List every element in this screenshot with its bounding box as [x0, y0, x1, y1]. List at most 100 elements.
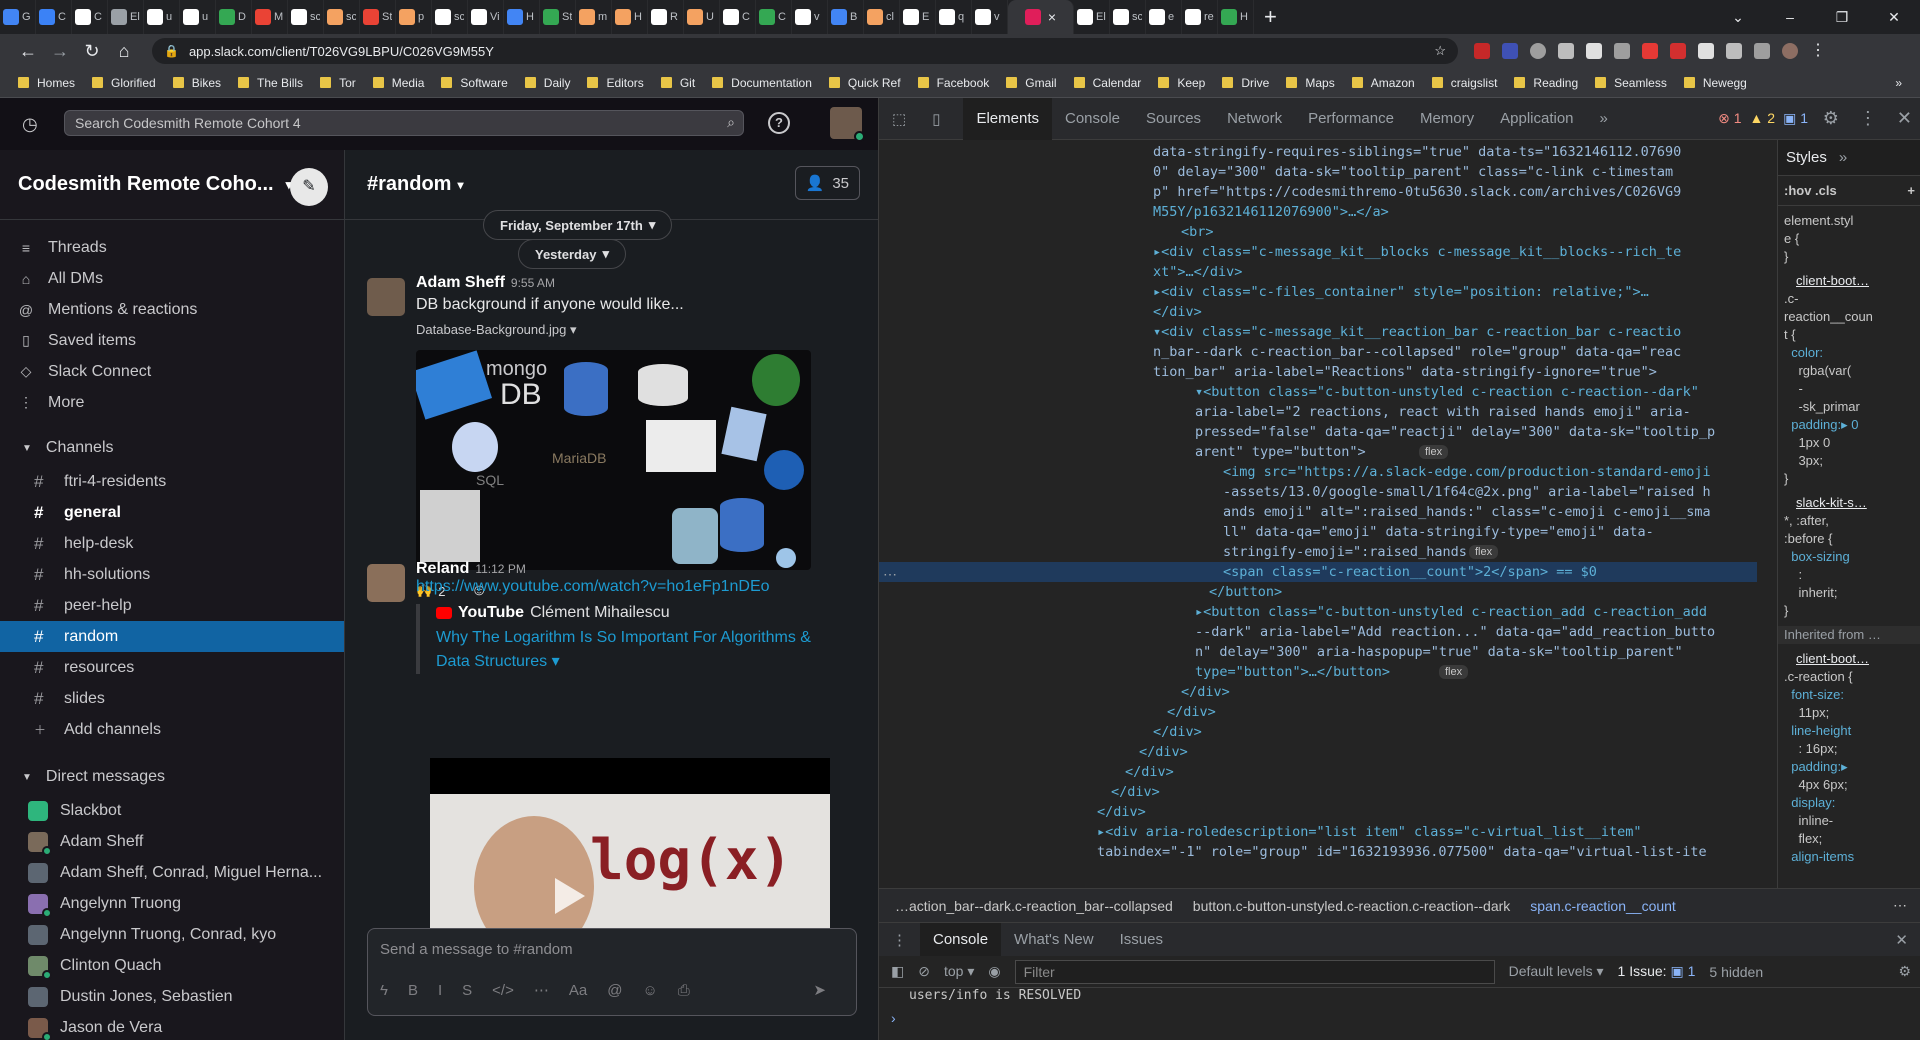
style-rule-line[interactable]: client-boot… [1778, 650, 1920, 668]
extension-icon[interactable] [1642, 43, 1658, 59]
dm-section-header[interactable]: ▼ Direct messages [0, 759, 344, 795]
more-panes-icon[interactable]: » [1839, 149, 1847, 166]
bookmark-item[interactable]: Quick Ref [828, 76, 901, 90]
browser-tab[interactable]: q [936, 0, 972, 34]
style-rule-line[interactable]: inline- [1778, 812, 1920, 830]
user-avatar[interactable] [830, 107, 865, 142]
flex-badge[interactable]: flex [1419, 445, 1449, 459]
bookmark-item[interactable]: Git [660, 76, 695, 90]
style-rule-line[interactable]: - [1778, 380, 1920, 398]
sidebar-dm[interactable]: Angelynn Truong, Conrad, kyo [0, 919, 344, 950]
tab-sources[interactable]: Sources [1133, 98, 1214, 140]
dom-line[interactable]: </div> [879, 782, 1160, 802]
drawer-menu-icon[interactable]: ⋮ [879, 923, 920, 957]
tab-close-icon[interactable]: × [1048, 9, 1056, 25]
bookmark-item[interactable]: Tor [320, 76, 356, 90]
browser-tab-active[interactable]: × [1008, 0, 1074, 34]
bookmark-item[interactable]: Calendar [1073, 76, 1141, 90]
browser-tab[interactable]: H [504, 0, 540, 34]
bookmark-item[interactable]: Newegg [1683, 76, 1747, 90]
issues-button[interactable]: 1 Issue: ▣ 1 [1618, 963, 1696, 980]
hov-cls-toggles[interactable]: :hov .cls [1784, 183, 1837, 198]
mention-icon[interactable]: @ [607, 982, 622, 999]
extension-icon[interactable] [1670, 43, 1686, 59]
style-rule-line[interactable]: font-size: [1778, 686, 1920, 704]
back-icon[interactable]: ← [12, 41, 44, 62]
sidebar-item-saved-items[interactable]: ▯ Saved items [0, 325, 344, 356]
browser-tab[interactable]: El [1074, 0, 1110, 34]
restore-icon[interactable]: ❐ [1816, 9, 1868, 26]
tab-network[interactable]: Network [1214, 98, 1295, 140]
dom-line[interactable]: n" delay="300" aria-haspopup="true" data… [879, 642, 1683, 662]
style-rule-line[interactable]: align-items [1778, 848, 1920, 866]
settings-gear-icon[interactable]: ⚙ [1823, 108, 1839, 129]
dom-line[interactable]: </div> [879, 702, 1216, 722]
sidebar-channel-random[interactable]: # random [0, 621, 344, 652]
browser-tab[interactable]: v [972, 0, 1008, 34]
device-toggle-icon[interactable]: ▯ [919, 98, 953, 140]
bookmark-item[interactable]: Daily [524, 76, 570, 90]
send-icon[interactable]: ➤ [813, 981, 826, 999]
dom-line[interactable]: arent" type="button"> [879, 442, 1366, 462]
bookmark-item[interactable]: Facebook [917, 76, 989, 90]
sidebar-channel-ftri-4-residents[interactable]: # ftri-4-residents [0, 466, 344, 497]
close-window-icon[interactable]: ✕ [1868, 9, 1920, 26]
bookmark-item[interactable]: Bikes [172, 76, 221, 90]
dom-line[interactable]: -assets/13.0/google-small/1f64c@2x.png" … [879, 482, 1711, 502]
style-rule-line[interactable]: -sk_primar [1778, 398, 1920, 416]
browser-tab[interactable]: G [0, 0, 36, 34]
browser-tab[interactable]: sc [1110, 0, 1146, 34]
sidebar-dm[interactable]: Dustin Jones, Sebastien [0, 981, 344, 1012]
search-input[interactable]: Search Codesmith Remote Cohort 4 ⌕ [64, 110, 744, 136]
dom-line[interactable]: ands emoji" alt=":raised_hands:" class="… [879, 502, 1711, 522]
style-rule-line[interactable]: element.styl [1778, 212, 1920, 230]
close-drawer-icon[interactable]: ✕ [1882, 923, 1920, 957]
style-rule-line[interactable]: 4px 6px; [1778, 776, 1920, 794]
flex-badge[interactable]: flex [1469, 545, 1499, 559]
bookmark-item[interactable]: Maps [1286, 76, 1335, 90]
shortcuts-icon[interactable]: ϟ [380, 982, 388, 999]
browser-tab[interactable]: B [828, 0, 864, 34]
tab-application[interactable]: Application [1487, 98, 1586, 140]
tab-performance[interactable]: Performance [1295, 98, 1407, 140]
style-rule-line[interactable]: inherit; [1778, 584, 1920, 602]
browser-tab[interactable]: C [36, 0, 72, 34]
browser-tab[interactable]: St [360, 0, 396, 34]
dom-line[interactable]: aria-label="2 reactions, react with rais… [879, 402, 1691, 422]
sidebar-channel-general[interactable]: # general [0, 497, 344, 528]
message-author[interactable]: Reland [416, 560, 469, 577]
browser-tab[interactable]: C [720, 0, 756, 34]
history-icon[interactable]: ◷ [22, 114, 38, 135]
database-background-image[interactable]: mongo DB SQL MariaDB [416, 350, 811, 570]
browser-tab[interactable]: D [216, 0, 252, 34]
attach-icon[interactable]: ⎙ [678, 982, 690, 999]
tab-console[interactable]: Console [1052, 98, 1133, 140]
bookmark-item[interactable]: Keep [1158, 76, 1205, 90]
sidebar-channel-help-desk[interactable]: # help-desk [0, 528, 344, 559]
text-format-icon[interactable]: Aa [569, 982, 587, 999]
browser-tab[interactable]: C [756, 0, 792, 34]
extension-icon[interactable] [1586, 43, 1602, 59]
bookmark-item[interactable]: Seamless [1595, 76, 1667, 90]
style-rule-line[interactable]: client-boot… [1778, 272, 1920, 290]
browser-tab[interactable]: E [900, 0, 936, 34]
browser-tab[interactable]: U [684, 0, 720, 34]
browser-tab[interactable]: H [612, 0, 648, 34]
sidebar-dm[interactable]: Adam Sheff [0, 826, 344, 857]
browser-tab[interactable]: R [648, 0, 684, 34]
message-link[interactable]: https://www.youtube.com/watch?v=ho1eFp1n… [416, 578, 846, 596]
style-rule-line[interactable]: :before { [1778, 530, 1920, 548]
browser-tab[interactable]: sc [288, 0, 324, 34]
channels-section-header[interactable]: ▼ Channels [0, 430, 344, 466]
unfurl-title[interactable]: Why The Logarithm Is So Important For Al… [436, 626, 846, 674]
style-rule-line[interactable]: padding:▸ [1778, 758, 1920, 776]
bookmark-item[interactable]: Glorified [92, 76, 156, 90]
bookmarks-overflow-icon[interactable]: » [1895, 76, 1902, 90]
console-output[interactable]: users/info is RESOLVED › [879, 988, 1920, 1040]
browser-tab[interactable]: re [1182, 0, 1218, 34]
cast-icon[interactable] [1754, 43, 1770, 59]
sidebar-item-threads[interactable]: ≡ Threads [0, 232, 344, 263]
dom-line[interactable]: ▸<div class="c-files_container" style="p… [879, 282, 1649, 302]
bookmark-item[interactable]: Drive [1222, 76, 1269, 90]
style-rule-line[interactable]: slack-kit-s… [1778, 494, 1920, 512]
